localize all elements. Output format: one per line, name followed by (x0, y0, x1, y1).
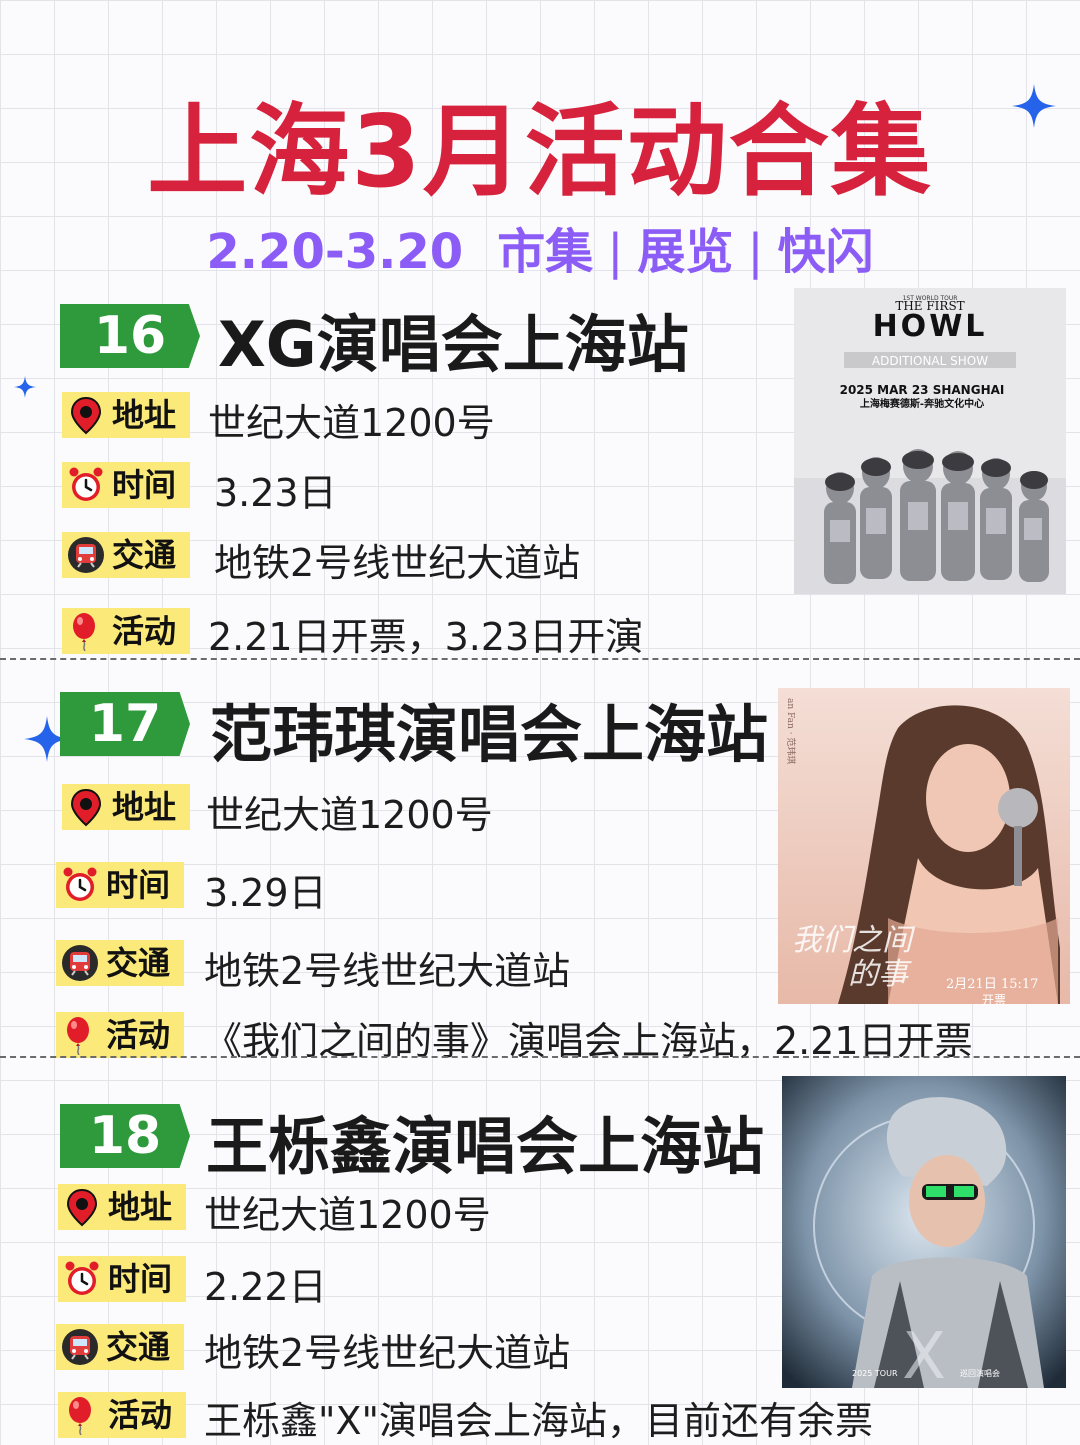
date-range: 2.20-3.20 (206, 224, 464, 280)
event-transport: 地铁2号线世纪大道站 (204, 949, 571, 993)
poster-side-text: an Fan · 范玮琪 (785, 698, 797, 764)
event-time: 3.23日 (214, 471, 337, 515)
event-address: 世纪大道1200号 (208, 401, 495, 445)
category-market: 市集 (497, 224, 594, 280)
page-title: 上海3月活动合集 (147, 93, 933, 210)
metro-train-icon (66, 535, 106, 575)
poster-script-title: 的事 (848, 957, 912, 992)
poster-venue: 上海梅赛德斯-奔驰文化中心 (860, 397, 984, 410)
transport-label: 交通 (56, 940, 184, 986)
section-divider (0, 1056, 1080, 1058)
event-activity: 王栎鑫"X"演唱会上海站，目前还有余票 (204, 1399, 873, 1443)
poster-tour-text: 2025 TOUR (852, 1369, 898, 1378)
poster-sale-text: 开票 (982, 993, 1006, 1004)
poster-date-city: 2025 MAR 23 SHANGHAI (840, 383, 1005, 397)
event-number-tag: 18 (60, 1104, 190, 1168)
red-balloon-icon (60, 1015, 100, 1056)
event-transport: 地铁2号线世纪大道站 (204, 1331, 571, 1375)
poster-big-letter: X (902, 1320, 946, 1388)
event-title: 范玮琪演唱会上海站 (210, 698, 769, 771)
alarm-clock-icon (62, 1259, 102, 1299)
category-exhibition: 展览 (637, 224, 734, 280)
event-poster-fan: an Fan · 范玮琪 我们之间 的事 2月21日 15:17 开票 (778, 688, 1070, 1004)
alarm-clock-icon (66, 465, 106, 505)
sparkle-icon (1012, 84, 1056, 131)
sparkle-icon (14, 376, 36, 401)
event-number-tag: 17 (60, 692, 190, 756)
time-label: 时间 (58, 1256, 186, 1302)
time-label: 时间 (62, 462, 190, 508)
event-address: 世纪大道1200号 (206, 793, 493, 837)
poster-headline: HOWL (873, 309, 988, 344)
event-title: 王栎鑫演唱会上海站 (206, 1110, 765, 1183)
event-poster-wang: X 2025 TOUR 巡回演唱会 (782, 1076, 1066, 1388)
activity-label: 活动 (62, 608, 190, 654)
section-divider (0, 658, 1080, 660)
event-transport: 地铁2号线世纪大道站 (214, 541, 581, 585)
map-pin-icon (66, 395, 106, 435)
category-popup: 快闪 (777, 224, 874, 280)
red-balloon-icon (66, 611, 106, 652)
event-time: 2.22日 (204, 1265, 327, 1309)
address-label: 地址 (62, 784, 190, 830)
poster-additional-show: ADDITIONAL SHOW (872, 354, 988, 368)
time-label: 时间 (56, 862, 184, 908)
red-balloon-icon (62, 1395, 102, 1436)
activity-label: 活动 (56, 1012, 184, 1058)
address-label: 地址 (62, 392, 190, 438)
metro-train-icon (60, 1327, 100, 1367)
category-separator: | (747, 224, 764, 280)
event-address: 世纪大道1200号 (204, 1193, 491, 1237)
category-separator: | (607, 224, 624, 280)
transport-label: 交通 (56, 1324, 184, 1370)
event-activity: 2.21日开票，3.23日开演 (208, 615, 644, 659)
event-time: 3.29日 (204, 871, 327, 915)
page-subtitle: 2.20-3.20 市集 | 展览 | 快闪 (0, 212, 1080, 282)
activity-label: 活动 (58, 1392, 186, 1438)
map-pin-icon (62, 1187, 102, 1227)
event-number-tag: 16 (60, 304, 200, 368)
metro-train-icon (60, 943, 100, 983)
alarm-clock-icon (60, 865, 100, 905)
event-title: XG演唱会上海站 (218, 308, 689, 381)
poster-date-time: 2月21日 15:17 (946, 977, 1038, 992)
event-poster-xg: 1ST WORLD TOUR THE FIRST HOWL ADDITIONAL… (794, 288, 1066, 594)
address-label: 地址 (58, 1184, 186, 1230)
transport-label: 交通 (62, 532, 190, 578)
poster-tour-cn: 巡回演唱会 (960, 1368, 1000, 1378)
poster-script-title: 我们之间 (792, 923, 916, 958)
map-pin-icon (66, 787, 106, 827)
